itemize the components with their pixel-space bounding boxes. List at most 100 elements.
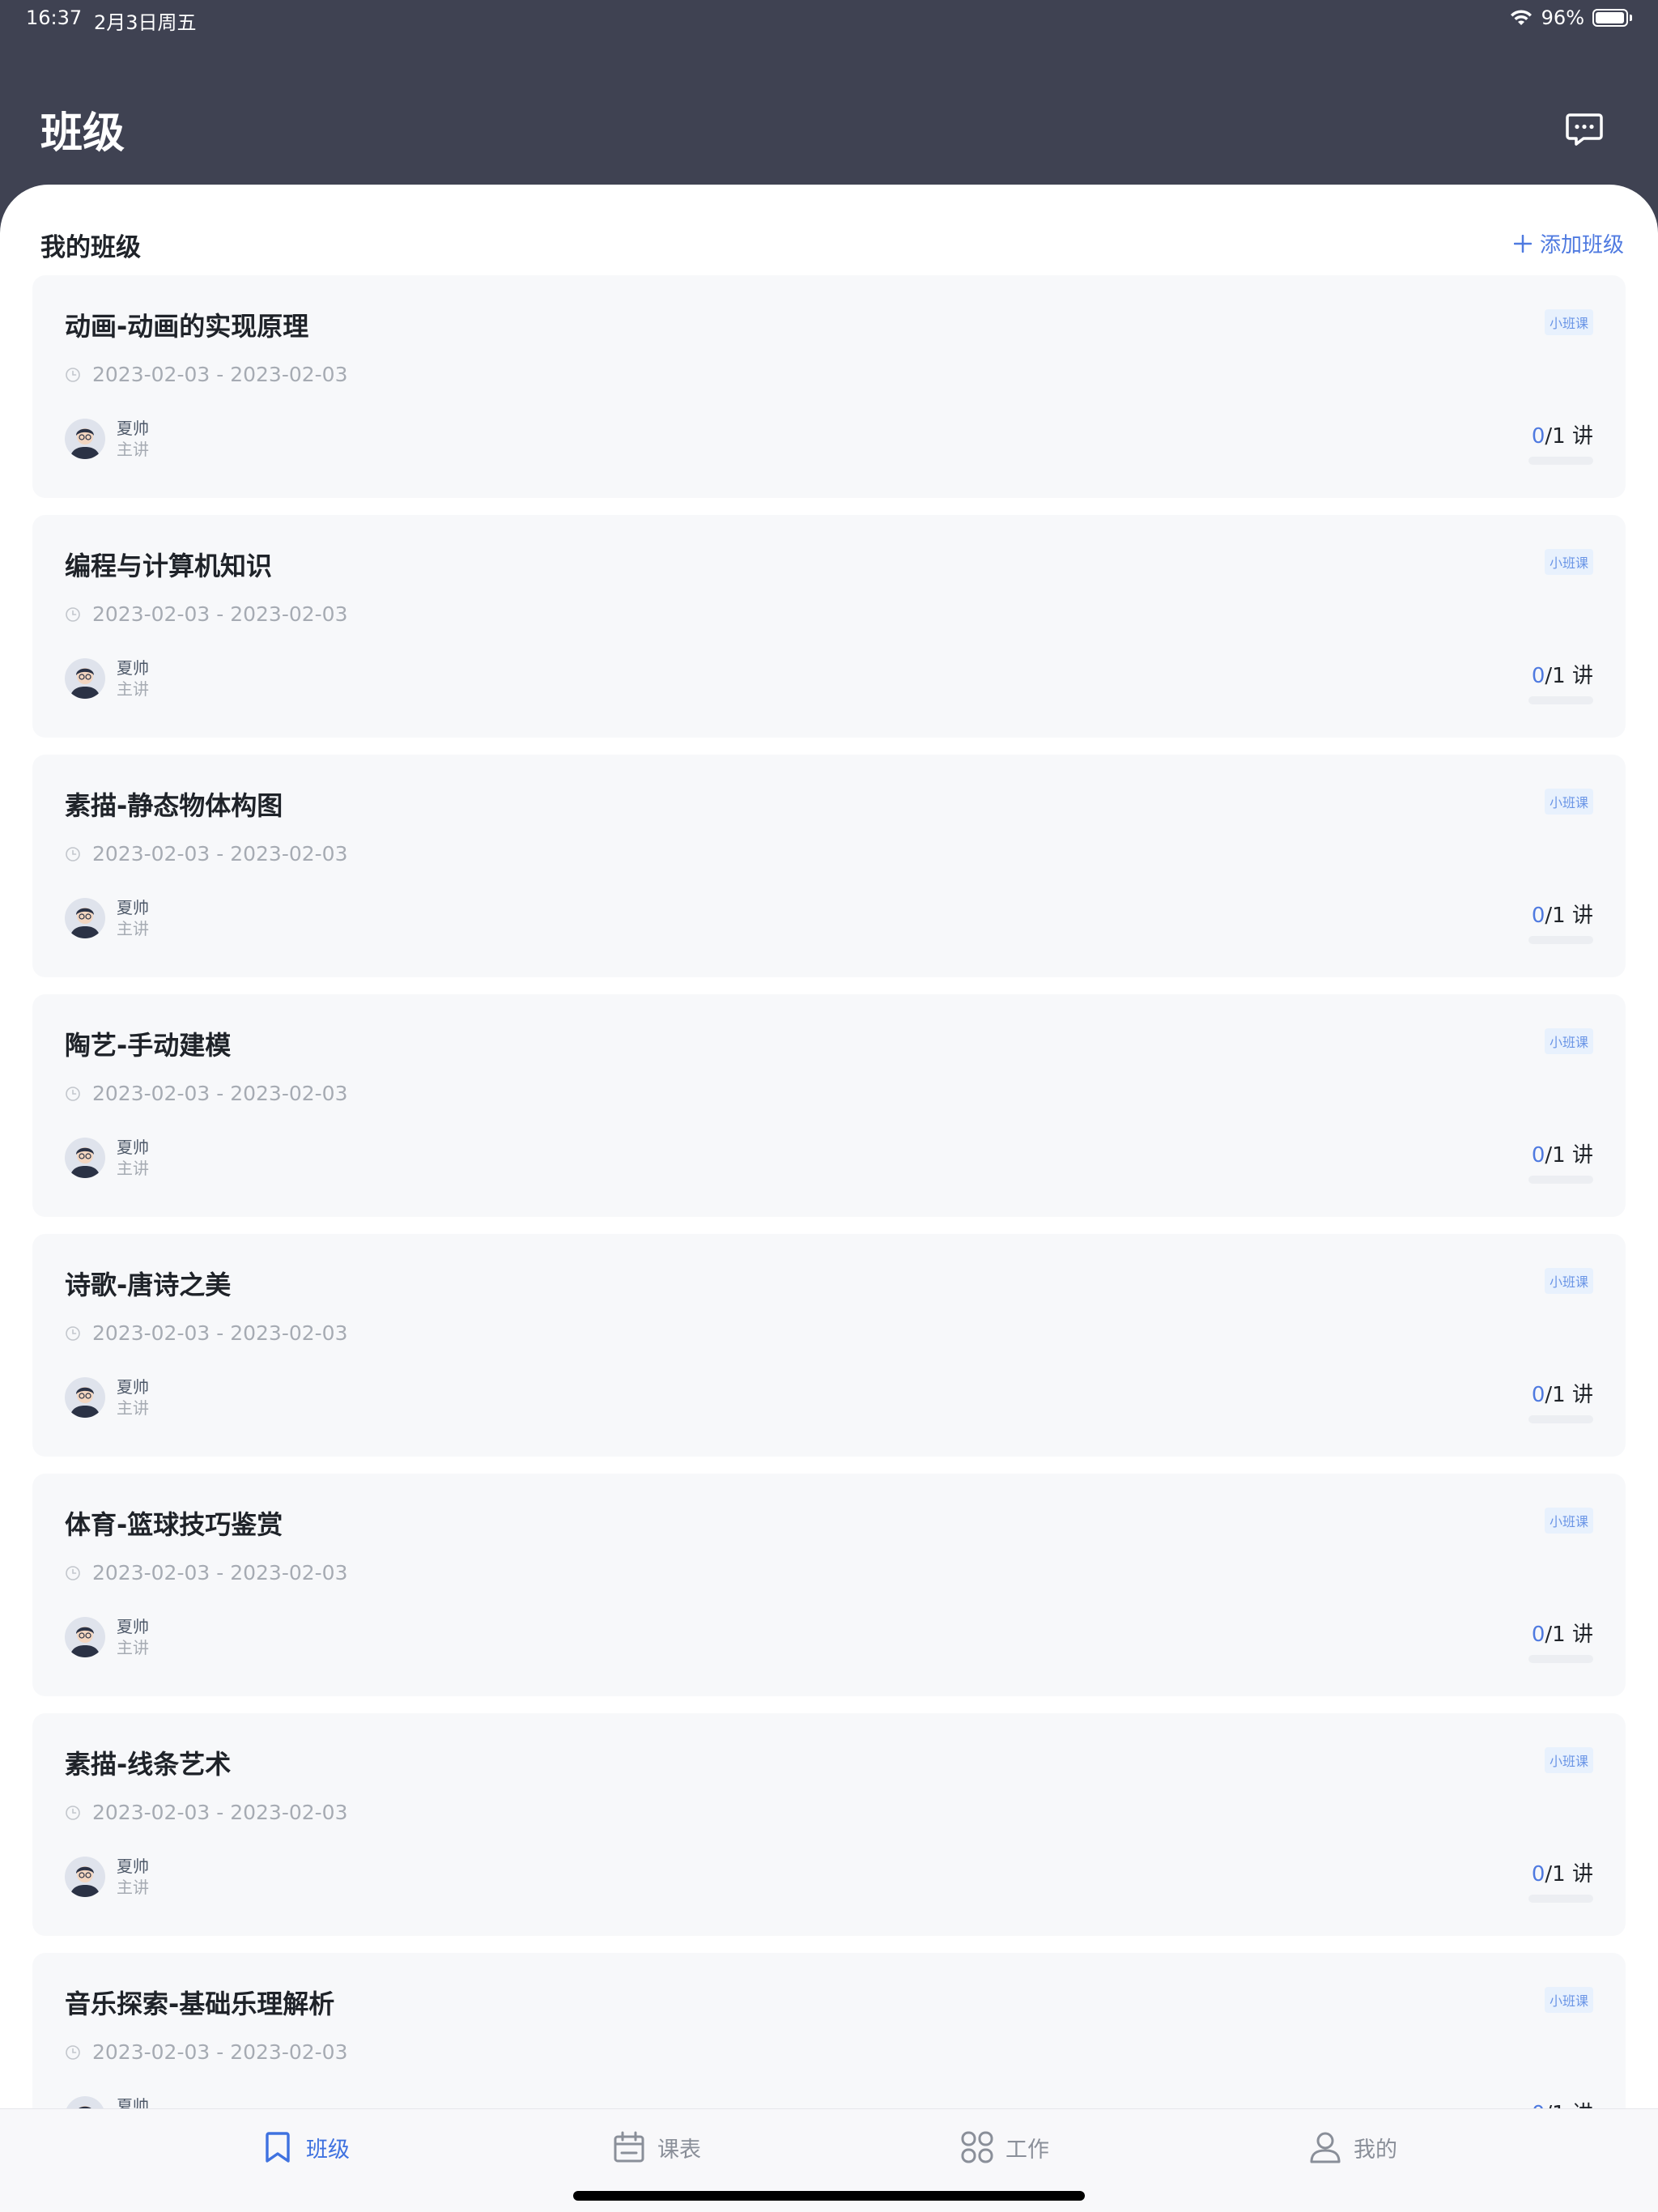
class-dates: 2023-02-03 - 2023-02-03 bbox=[92, 1082, 348, 1105]
teacher-name: 夏帅 bbox=[117, 1617, 149, 1636]
class-card[interactable]: 编程与计算机知识 小班课 2023-02-03 - 2023-02-03 夏帅 … bbox=[32, 515, 1626, 738]
avatar bbox=[65, 1377, 105, 1418]
teacher-name: 夏帅 bbox=[117, 1138, 149, 1157]
class-card[interactable]: 素描-线条艺术 小班课 2023-02-03 - 2023-02-03 夏帅 主… bbox=[32, 1713, 1626, 1936]
lessons-total: /1 讲 bbox=[1545, 424, 1593, 449]
lessons-done: 0 bbox=[1531, 1383, 1545, 1407]
teacher-info: 夏帅 主讲 bbox=[65, 657, 149, 700]
teacher-name: 夏帅 bbox=[117, 658, 149, 678]
plus-icon bbox=[1513, 234, 1532, 253]
teacher-role: 主讲 bbox=[117, 1398, 149, 1418]
lesson-progress: 0/1 讲 bbox=[1532, 659, 1593, 689]
class-dates: 2023-02-03 - 2023-02-03 bbox=[92, 602, 348, 626]
teacher-name: 夏帅 bbox=[117, 419, 149, 438]
lessons-done: 0 bbox=[1531, 1623, 1545, 1647]
progress-bar bbox=[1528, 457, 1593, 465]
class-type-badge: 小班课 bbox=[1544, 549, 1593, 575]
wifi-icon bbox=[1510, 10, 1532, 25]
status-time: 16:37 bbox=[26, 6, 83, 29]
teacher-role: 主讲 bbox=[117, 1638, 149, 1657]
teacher-role: 主讲 bbox=[117, 1159, 149, 1178]
lessons-done: 0 bbox=[1531, 904, 1545, 928]
lesson-progress: 0/1 讲 bbox=[1532, 1378, 1593, 1408]
class-card[interactable]: 动画-动画的实现原理 小班课 2023-02-03 - 2023-02-03 夏… bbox=[32, 275, 1626, 498]
tab-work-label: 工作 bbox=[1005, 2137, 1049, 2163]
teacher-role: 主讲 bbox=[117, 440, 149, 459]
section-title: 我的班级 bbox=[40, 233, 141, 262]
teacher-info: 夏帅 主讲 bbox=[65, 897, 149, 939]
lessons-total: /1 讲 bbox=[1545, 2102, 1593, 2108]
class-list: 动画-动画的实现原理 小班课 2023-02-03 - 2023-02-03 夏… bbox=[32, 275, 1626, 2108]
lesson-progress: 0/1 讲 bbox=[1532, 2097, 1593, 2108]
progress-bar bbox=[1528, 1895, 1593, 1903]
lessons-done: 0 bbox=[1532, 2102, 1545, 2108]
progress-bar bbox=[1528, 1415, 1593, 1423]
class-type-badge: 小班课 bbox=[1544, 1987, 1593, 2013]
message-icon[interactable] bbox=[1564, 108, 1605, 149]
class-card[interactable]: 体育-篮球技巧鉴赏 小班课 2023-02-03 - 2023-02-03 夏帅… bbox=[32, 1474, 1626, 1696]
progress-bar bbox=[1528, 936, 1593, 944]
add-class-label: 添加班级 bbox=[1539, 233, 1624, 257]
class-date-range: 2023-02-03 - 2023-02-03 bbox=[65, 842, 348, 866]
calendar-icon bbox=[614, 2131, 644, 2163]
progress-bar bbox=[1528, 1655, 1593, 1663]
teacher-info: 夏帅 主讲 bbox=[65, 418, 149, 460]
clock-icon bbox=[66, 2044, 80, 2060]
teacher-role: 主讲 bbox=[117, 1878, 149, 1897]
tab-work[interactable]: 工作 bbox=[960, 2130, 1049, 2164]
class-dates: 2023-02-03 - 2023-02-03 bbox=[92, 842, 348, 866]
tab-schedule[interactable]: 课表 bbox=[612, 2130, 701, 2164]
lesson-progress: 0/1 讲 bbox=[1532, 1138, 1593, 1168]
class-title: 编程与计算机知识 bbox=[65, 551, 273, 581]
class-card[interactable]: 陶艺-手动建模 小班课 2023-02-03 - 2023-02-03 夏帅 主… bbox=[32, 994, 1626, 1217]
home-indicator bbox=[573, 2191, 1085, 2201]
lessons-done: 0 bbox=[1531, 664, 1545, 688]
teacher-role: 主讲 bbox=[117, 919, 149, 938]
class-type-badge: 小班课 bbox=[1544, 1508, 1593, 1534]
status-bar: 16:37 2月3日周五 96% bbox=[0, 0, 1658, 39]
lessons-done: 0 bbox=[1531, 424, 1545, 449]
avatar bbox=[65, 1138, 105, 1178]
add-class-button[interactable]: 添加班级 bbox=[1513, 228, 1624, 258]
class-card[interactable]: 素描-静态物体构图 小班课 2023-02-03 - 2023-02-03 夏帅… bbox=[32, 755, 1626, 977]
avatar bbox=[65, 658, 105, 699]
class-date-range: 2023-02-03 - 2023-02-03 bbox=[65, 1561, 348, 1585]
class-date-range: 2023-02-03 - 2023-02-03 bbox=[65, 1082, 348, 1105]
class-title: 动画-动画的实现原理 bbox=[65, 311, 309, 342]
class-title: 陶艺-手动建模 bbox=[65, 1030, 232, 1061]
class-date-range: 2023-02-03 - 2023-02-03 bbox=[65, 602, 348, 626]
avatar bbox=[65, 2096, 105, 2108]
tab-classes-label: 班级 bbox=[306, 2137, 350, 2163]
status-date: 2月3日周五 bbox=[94, 11, 197, 34]
tab-bar: 班级 课表 工作 我的 bbox=[0, 2108, 1658, 2212]
battery-icon bbox=[1592, 9, 1632, 27]
clock-icon bbox=[66, 606, 80, 622]
class-dates: 2023-02-03 - 2023-02-03 bbox=[92, 363, 348, 386]
class-dates: 2023-02-03 - 2023-02-03 bbox=[92, 1561, 348, 1585]
page-title: 班级 bbox=[40, 109, 125, 158]
class-dates: 2023-02-03 - 2023-02-03 bbox=[92, 1801, 348, 1824]
app-screen: 16:37 2月3日周五 96% 班级 我的班级 添加班级 动画-动画的实现原理… bbox=[0, 0, 1658, 2212]
lesson-progress: 0/1 讲 bbox=[1532, 1857, 1593, 1887]
apps-icon bbox=[961, 2131, 993, 2163]
class-type-badge: 小班课 bbox=[1544, 789, 1593, 815]
avatar bbox=[65, 419, 105, 459]
class-date-range: 2023-02-03 - 2023-02-03 bbox=[65, 1321, 348, 1345]
class-title: 素描-线条艺术 bbox=[65, 1749, 232, 1780]
lessons-done: 0 bbox=[1531, 1862, 1545, 1887]
clock-icon bbox=[66, 1805, 80, 1820]
avatar bbox=[65, 898, 105, 938]
progress-bar bbox=[1528, 1176, 1593, 1184]
teacher-name: 夏帅 bbox=[117, 898, 149, 917]
lessons-done: 0 bbox=[1531, 1143, 1545, 1168]
lesson-progress: 0/1 讲 bbox=[1532, 419, 1593, 449]
lessons-total: /1 讲 bbox=[1545, 904, 1593, 928]
class-card[interactable]: 音乐探索-基础乐理解析 小班课 2023-02-03 - 2023-02-03 … bbox=[32, 1953, 1626, 2108]
tab-mine[interactable]: 我的 bbox=[1308, 2130, 1397, 2164]
class-card[interactable]: 诗歌-唐诗之美 小班课 2023-02-03 - 2023-02-03 夏帅 主… bbox=[32, 1234, 1626, 1457]
avatar bbox=[65, 1617, 105, 1657]
teacher-info: 夏帅 主讲 bbox=[65, 2095, 149, 2108]
tab-classes[interactable]: 班级 bbox=[261, 2130, 350, 2164]
class-title: 素描-静态物体构图 bbox=[65, 790, 283, 821]
status-indicators: 96% bbox=[1509, 6, 1632, 29]
